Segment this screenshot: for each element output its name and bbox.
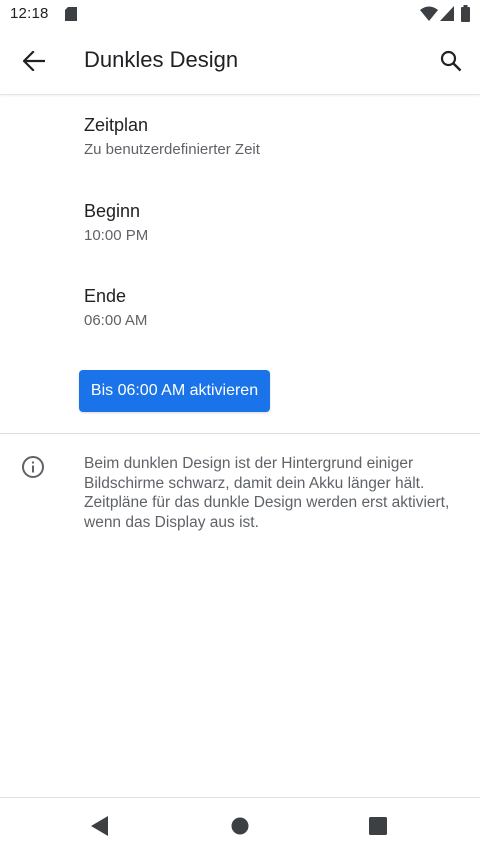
status-time: 12:18	[10, 5, 49, 22]
preference-title: Ende	[84, 286, 127, 306]
nav-home-icon[interactable]	[230, 816, 250, 836]
nav-back-icon[interactable]	[90, 815, 110, 837]
cell-signal-icon	[440, 6, 454, 21]
wifi-icon	[420, 6, 438, 21]
preference-summary: Zu benutzerdefinierter Zeit	[84, 141, 260, 158]
preference-schedule[interactable]: Zeitplan Zu benutzerdefinierter Zeit	[0, 102, 480, 186]
info-icon	[22, 456, 44, 478]
footer-info-text: Beim dunklen Design ist der Hintergrund …	[84, 455, 450, 531]
nav-recents-icon[interactable]	[369, 817, 387, 835]
system-nav-bar	[0, 797, 480, 854]
activate-until-button[interactable]: Bis 06:00 AM aktivieren	[79, 370, 270, 412]
preference-summary: 10:00 PM	[84, 227, 149, 244]
preference-summary: 06:00 AM	[84, 312, 148, 329]
arrow-back-icon	[23, 51, 45, 71]
status-bar: 12:18	[0, 0, 480, 28]
sim-card-icon	[65, 7, 77, 21]
preference-title: Beginn	[84, 201, 141, 221]
search-icon	[440, 50, 462, 72]
preference-title: Zeitplan	[84, 115, 149, 135]
search-button[interactable]	[429, 39, 473, 83]
back-button[interactable]	[12, 39, 56, 83]
divider	[0, 433, 480, 434]
app-bar: Dunkles Design	[0, 28, 480, 95]
page-title: Dunkles Design	[84, 47, 239, 72]
preference-end-time[interactable]: Ende 06:00 AM	[0, 273, 480, 357]
battery-icon	[461, 5, 470, 22]
preference-start-time[interactable]: Beginn 10:00 PM	[0, 188, 480, 272]
